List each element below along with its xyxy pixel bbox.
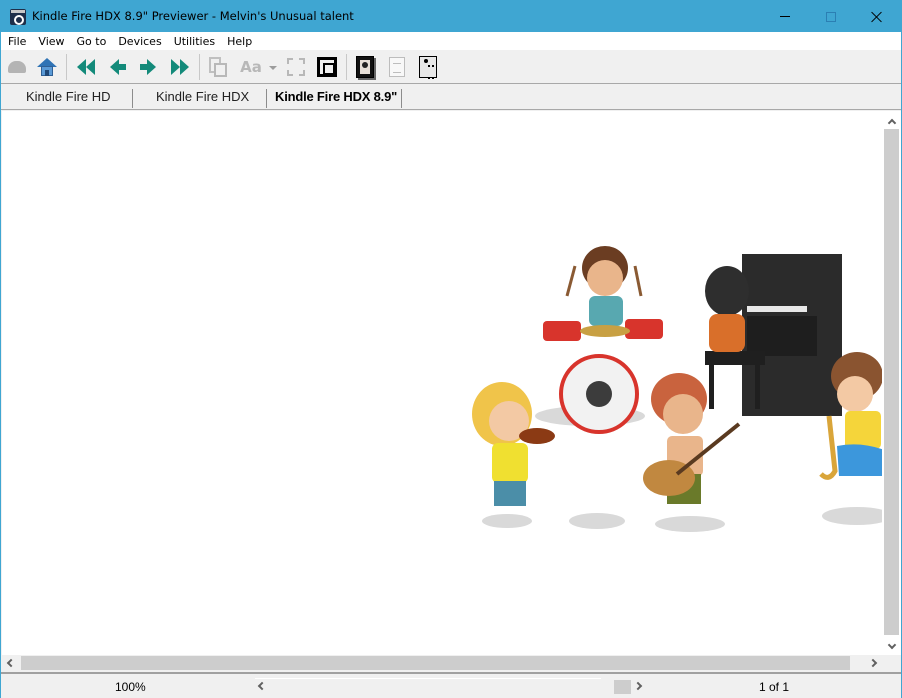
menu-file[interactable]: File [1,32,32,50]
close-icon [871,11,883,23]
minimize-icon [780,16,790,17]
previewer-window: Kindle Fire HDX 8.9" Previewer - Melvin'… [0,0,902,698]
double-arrow-left-icon [77,59,95,75]
menu-devices[interactable]: Devices [112,32,167,50]
fit-page-button[interactable] [284,55,308,79]
vertical-scroll-thumb[interactable] [884,129,899,635]
first-page-button[interactable] [74,55,98,79]
tab-separator [132,89,133,108]
copy-icon [209,57,227,77]
menu-goto[interactable]: Go to [71,32,113,50]
zoom-level: 100% [115,680,146,694]
font-size-icon: Aa [240,58,262,76]
chevron-up-icon [887,118,896,128]
toolbar: Aa [1,50,901,84]
scroll-up-button[interactable] [882,113,901,130]
page-slider[interactable] [255,678,645,696]
fit-frame-icon [287,58,305,76]
chevron-down-icon[interactable] [269,66,277,70]
double-arrow-right-icon [171,59,189,75]
scroll-down-button[interactable] [882,638,901,655]
toc-icon [419,56,437,79]
toolbar-separator [66,54,67,80]
next-page-button[interactable] [136,55,160,79]
menu-bar: File View Go to Devices Utilities Help [1,32,901,50]
menu-utilities[interactable]: Utilities [168,32,221,50]
minimize-button[interactable] [762,1,808,32]
close-button[interactable] [854,1,900,32]
chevron-down-icon [887,640,896,650]
scroll-right-button[interactable] [864,655,882,671]
font-size-button[interactable]: Aa [237,55,265,79]
toolbar-separator [346,54,347,80]
horizontal-scroll-thumb[interactable] [21,656,850,670]
arrow-right-icon [140,59,156,75]
tab-separator [401,89,402,108]
full-screen-button[interactable] [315,55,339,79]
home-icon [37,58,57,76]
pages-button[interactable] [385,55,409,79]
maximize-button[interactable] [808,1,854,32]
window-title: Kindle Fire HDX 8.9" Previewer - Melvin'… [32,9,354,23]
tab-kindle-fire-hdx[interactable]: Kindle Fire HDX [156,88,249,108]
title-bar: Kindle Fire HDX 8.9" Previewer - Melvin'… [1,1,901,32]
home-button[interactable] [35,55,59,79]
last-page-button[interactable] [168,55,192,79]
menu-view[interactable]: View [32,32,70,50]
page-indicator: 1 of 1 [759,680,790,694]
scroll-left-button[interactable] [2,655,20,671]
chevron-right-icon [633,681,643,691]
toc-button[interactable] [416,55,440,79]
page-slider-track [255,678,601,679]
previous-page-button[interactable] [106,55,130,79]
page-slider-thumb[interactable] [614,680,631,694]
tab-kindle-fire-hdx-8-9[interactable]: Kindle Fire HDX 8.9" [275,88,397,108]
page-slider-left-button[interactable] [257,681,267,691]
pages-icon [389,57,405,77]
chevron-left-icon [257,681,267,691]
chevron-left-icon [6,658,16,668]
refresh-button[interactable] [5,55,29,79]
cover-button[interactable] [353,55,377,79]
children-music-illustration [472,246,882,532]
kindle-previewer-icon[interactable] [10,9,26,25]
cover-image-icon [356,56,374,78]
full-screen-icon [317,57,337,77]
chevron-right-icon [868,658,878,668]
copy-button[interactable] [206,55,230,79]
arrow-left-icon [110,59,126,75]
horizontal-scrollbar[interactable] [2,655,901,671]
book-preview-area [2,111,882,655]
maximize-icon [826,11,836,22]
page-slider-right-button[interactable] [633,681,643,691]
tab-separator [266,89,267,108]
menu-help[interactable]: Help [221,32,258,50]
toolbar-separator [199,54,200,80]
vertical-scrollbar[interactable] [882,111,901,655]
device-tabs: Kindle Fire HD Kindle Fire HDX Kindle Fi… [1,84,901,110]
refresh-icon [8,61,26,73]
tab-kindle-fire-hd[interactable]: Kindle Fire HD [26,88,111,108]
status-bar: 100% 1 of 1 [1,672,901,698]
